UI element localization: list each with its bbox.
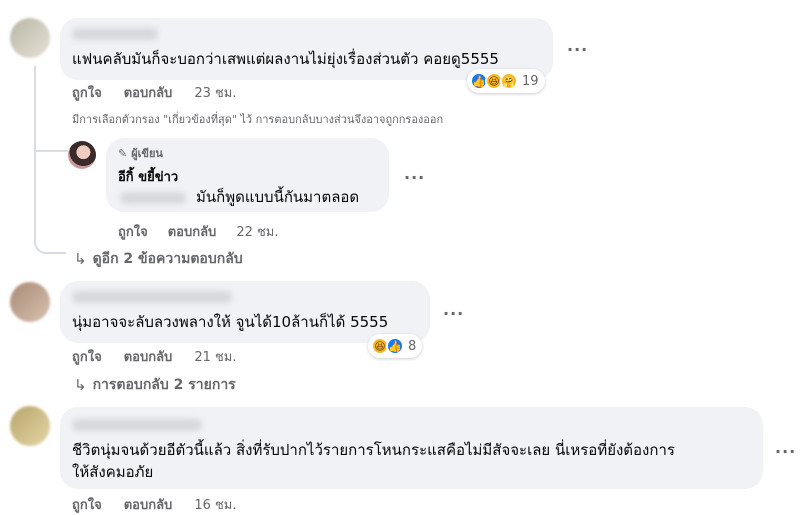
view-more-replies-label: ดูอีก 2 ข้อความตอบกลับ: [92, 251, 243, 267]
commenter-name[interactable]: [72, 291, 232, 303]
comment-text: แฟนคลับมันก็จะบอกว่าเสพแต่ผลงานไม่ยุ่งเร…: [72, 50, 499, 68]
reaction-count: 19: [522, 73, 539, 89]
thread-line: [34, 66, 66, 254]
reaction-count: 8: [408, 338, 417, 354]
view-more-replies[interactable]: ↳ ดูอีก 2 ข้อความตอบกลับ: [74, 248, 243, 270]
reply-button[interactable]: ตอบกลับ: [168, 221, 217, 242]
avatar[interactable]: [10, 282, 50, 322]
author-reply-text: มันก็พูดแบบนี้กันมาตลอด: [196, 188, 360, 206]
author-avatar[interactable]: [68, 141, 96, 169]
view-replies[interactable]: ↳ การตอบกลับ 2 รายการ: [74, 374, 236, 396]
comment-text-line1: ชีวิตนุ่มจนด้วยอีตัวนี้แล้ว สิ่งที่รับปา…: [72, 441, 675, 459]
reaction-summary[interactable]: 👍 😆 🤗 19: [467, 69, 545, 93]
view-replies-label: การตอบกลับ 2 รายการ: [92, 377, 236, 393]
comment-text-line2: ให้สังคมอภัย: [72, 463, 154, 481]
reply-button[interactable]: ตอบกลับ: [124, 82, 173, 103]
like-button[interactable]: ถูกใจ: [72, 494, 102, 515]
like-button[interactable]: ถูกใจ: [72, 346, 102, 367]
pencil-icon: ✎: [118, 146, 128, 160]
reply-button[interactable]: ตอบกลับ: [124, 346, 173, 367]
more-options-icon[interactable]: ···: [775, 442, 796, 461]
timestamp[interactable]: 16 ชม.: [194, 494, 236, 515]
author-reply-bubble: ✎ ผู้เขียน อีกิ้ ขยี้ข่าว มันก็พูดแบบนี้…: [106, 138, 389, 212]
more-options-icon[interactable]: ···: [567, 40, 588, 59]
timestamp[interactable]: 23 ชม.: [194, 82, 236, 103]
like-button[interactable]: ถูกใจ: [118, 221, 148, 242]
reply-button[interactable]: ตอบกลับ: [124, 494, 173, 515]
reply-arrow-icon: ↳: [74, 250, 87, 268]
comment-bubble: ชีวิตนุ่มจนด้วยอีตัวนี้แล้ว สิ่งที่รับปา…: [60, 407, 763, 489]
more-options-icon[interactable]: ···: [404, 168, 425, 187]
timestamp[interactable]: 21 ชม.: [194, 346, 236, 367]
thread-line-branch: [34, 150, 68, 152]
commenter-name[interactable]: [72, 28, 158, 40]
author-badge: ผู้เขียน: [131, 147, 163, 160]
avatar[interactable]: [10, 18, 50, 58]
reply-arrow-icon: ↳: [74, 376, 87, 394]
author-name[interactable]: อีกิ้ ขยี้ข่าว: [118, 166, 178, 187]
filter-note: มีการเลือกตัวกรอง "เกี่ยวข้องที่สุด" ไว้…: [72, 113, 444, 126]
comment-text: นุ่มอาจจะลับลวงพลางให้ จูนได้10ล้านก็ได้…: [72, 313, 389, 331]
timestamp[interactable]: 22 ชม.: [236, 221, 278, 242]
commenter-name[interactable]: [72, 419, 202, 431]
more-options-icon[interactable]: ···: [443, 304, 464, 323]
like-icon: 👍: [386, 337, 404, 355]
like-button[interactable]: ถูกใจ: [72, 82, 102, 103]
mentioned-name[interactable]: [120, 192, 186, 204]
comment-bubble: นุ่มอาจจะลับลวงพลางให้ จูนได้10ล้านก็ได้…: [60, 281, 430, 343]
avatar[interactable]: [10, 406, 50, 446]
reaction-summary[interactable]: 😆 👍 8: [368, 334, 423, 358]
care-icon: 🤗: [500, 72, 518, 90]
